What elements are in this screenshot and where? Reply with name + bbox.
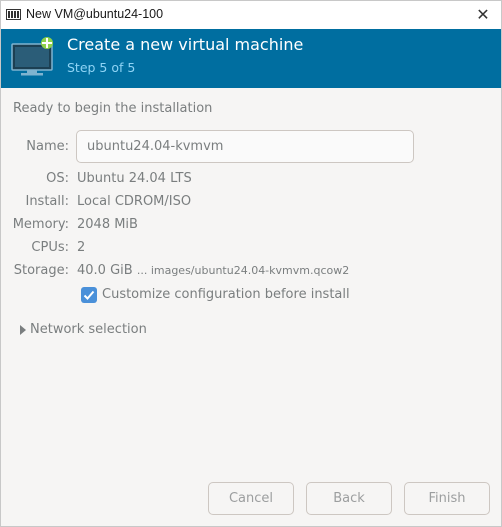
name-label: Name: — [26, 139, 69, 154]
network-selection-expander[interactable]: Network selection — [18, 322, 147, 337]
close-button[interactable]: ✕ — [473, 5, 493, 25]
storage-path: ... images/ubuntu24.04-kvmvm.qcow2 — [136, 264, 350, 277]
customize-checkbox[interactable] — [81, 287, 97, 303]
dialog-window: New VM@ubuntu24-100 ✕ Create a new virtu… — [0, 0, 502, 527]
finish-button[interactable]: Finish — [404, 482, 490, 515]
os-value: Ubuntu 24.04 LTS — [77, 171, 192, 186]
new-vm-monitor-icon — [11, 37, 53, 76]
expander-arrow-icon — [20, 324, 26, 335]
memory-label: Memory: — [12, 217, 69, 232]
os-label: OS: — [46, 171, 69, 186]
storage-label: Storage: — [13, 263, 69, 278]
ready-heading: Ready to begin the installation — [13, 101, 213, 116]
back-button[interactable]: Back — [306, 482, 392, 515]
window-title: New VM@ubuntu24-100 — [26, 7, 164, 21]
checkmark-icon — [83, 290, 95, 300]
cpus-value: 2 — [77, 240, 86, 255]
wizard-header: Create a new virtual machine Step 5 of 5 — [1, 29, 501, 88]
customize-label[interactable]: Customize configuration before install — [102, 287, 350, 302]
virt-manager-icon — [6, 9, 21, 20]
install-label: Install: — [25, 194, 69, 209]
install-value: Local CDROM/ISO — [77, 194, 192, 209]
wizard-step: Step 5 of 5 — [67, 60, 136, 75]
name-field[interactable] — [76, 130, 414, 163]
memory-value: 2048 MiB — [77, 217, 138, 232]
title-bar: New VM@ubuntu24-100 ✕ — [1, 1, 501, 29]
cpus-label: CPUs: — [31, 240, 69, 255]
cancel-button[interactable]: Cancel — [208, 482, 294, 515]
wizard-title: Create a new virtual machine — [67, 35, 304, 54]
storage-value: 40.0 GiB ... images/ubuntu24.04-kvmvm.qc… — [77, 263, 349, 278]
storage-size: 40.0 GiB — [77, 263, 133, 278]
network-selection-label: Network selection — [30, 322, 147, 337]
